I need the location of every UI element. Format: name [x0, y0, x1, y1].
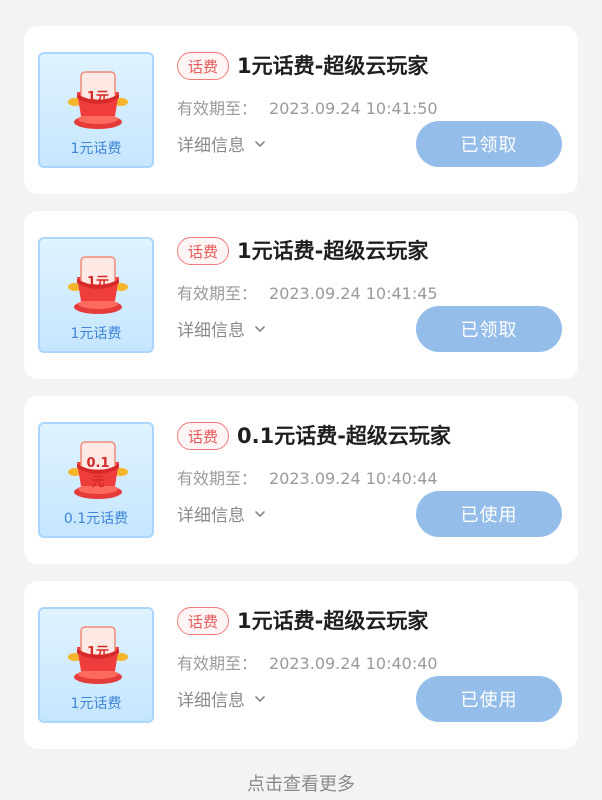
red-gift-box-icon: 1元: [63, 617, 133, 687]
used-button[interactable]: 已使用: [416, 676, 562, 722]
gift-amount: 1元: [86, 645, 110, 660]
chevron-down-icon: [255, 140, 265, 147]
red-gift-box-icon: 1元: [63, 62, 133, 132]
gift-amount: 1元: [86, 90, 110, 105]
details-toggle[interactable]: 详细信息: [177, 316, 267, 341]
coupon-card: 1元 1元话费 话费 1元话费-超级云玩家 有效期至： 2023.09.24 10…: [24, 581, 578, 749]
category-tag: 话费: [177, 237, 229, 265]
coupon-list: 1元 1元话费 话费 1元话费-超级云玩家 有效期至： 2023.09.24 10…: [24, 26, 578, 766]
details-toggle[interactable]: 详细信息: [177, 501, 267, 526]
coupon-title: 1元话费-超级云玩家: [237, 609, 429, 633]
details-label: 详细信息: [177, 691, 245, 711]
claimed-button[interactable]: 已领取: [416, 121, 562, 167]
details-toggle[interactable]: 详细信息: [177, 131, 267, 156]
coupon-card: 1元 1元话费 话费 1元话费-超级云玩家 有效期至： 2023.09.24 10…: [24, 26, 578, 194]
gift-amount: 1元: [86, 275, 110, 290]
chevron-down-icon: [255, 325, 265, 332]
chevron-down-icon: [255, 695, 265, 702]
expire-label: 有效期至：: [177, 284, 258, 303]
coupon-thumbnail: 1元 1元话费: [38, 607, 154, 723]
expire-info: 有效期至： 2023.09.24 10:40:44: [177, 465, 438, 489]
expire-info: 有效期至： 2023.09.24 10:40:40: [177, 650, 438, 674]
coupon-title: 1元话费-超级云玩家: [237, 54, 429, 78]
expire-time: 2023.09.24 10:40:40: [269, 654, 438, 673]
coupon-card: 1元 1元话费 话费 1元话费-超级云玩家 有效期至： 2023.09.24 10…: [24, 211, 578, 379]
expire-label: 有效期至：: [177, 654, 258, 673]
details-label: 详细信息: [177, 321, 245, 341]
category-tag: 话费: [177, 52, 229, 80]
expire-time: 2023.09.24 10:41:45: [269, 284, 438, 303]
thumbnail-label: 1元话费: [70, 696, 122, 712]
category-tag: 话费: [177, 607, 229, 635]
expire-time: 2023.09.24 10:41:50: [269, 99, 438, 118]
details-label: 详细信息: [177, 506, 245, 526]
coupon-thumbnail: 1元 1元话费: [38, 237, 154, 353]
claimed-button[interactable]: 已领取: [416, 306, 562, 352]
thumbnail-label: 0.1元话费: [63, 511, 129, 527]
thumbnail-label: 1元话费: [70, 326, 122, 342]
coupon-card: 0.1元 0.1元话费 话费 0.1元话费-超级云玩家 有效期至： 2023.09…: [24, 396, 578, 564]
expire-label: 有效期至：: [177, 469, 258, 488]
expire-info: 有效期至： 2023.09.24 10:41:45: [177, 280, 438, 304]
coupon-title: 1元话费-超级云玩家: [237, 239, 429, 263]
coupon-thumbnail: 1元 1元话费: [38, 52, 154, 168]
expire-time: 2023.09.24 10:40:44: [269, 469, 438, 488]
used-button[interactable]: 已使用: [416, 491, 562, 537]
details-toggle[interactable]: 详细信息: [177, 686, 267, 711]
details-label: 详细信息: [177, 136, 245, 156]
chevron-down-icon: [255, 510, 265, 517]
red-gift-box-icon: 1元: [63, 247, 133, 317]
coupon-title: 0.1元话费-超级云玩家: [237, 424, 451, 448]
expire-label: 有效期至：: [177, 99, 258, 118]
category-tag: 话费: [177, 422, 229, 450]
coupon-thumbnail: 0.1元 0.1元话费: [38, 422, 154, 538]
load-more-link[interactable]: 点击查看更多: [0, 770, 602, 796]
red-gift-box-icon: 0.1元: [63, 432, 133, 502]
expire-info: 有效期至： 2023.09.24 10:41:50: [177, 95, 438, 119]
thumbnail-label: 1元话费: [70, 141, 122, 157]
gift-amount: 0.1元: [86, 456, 110, 490]
